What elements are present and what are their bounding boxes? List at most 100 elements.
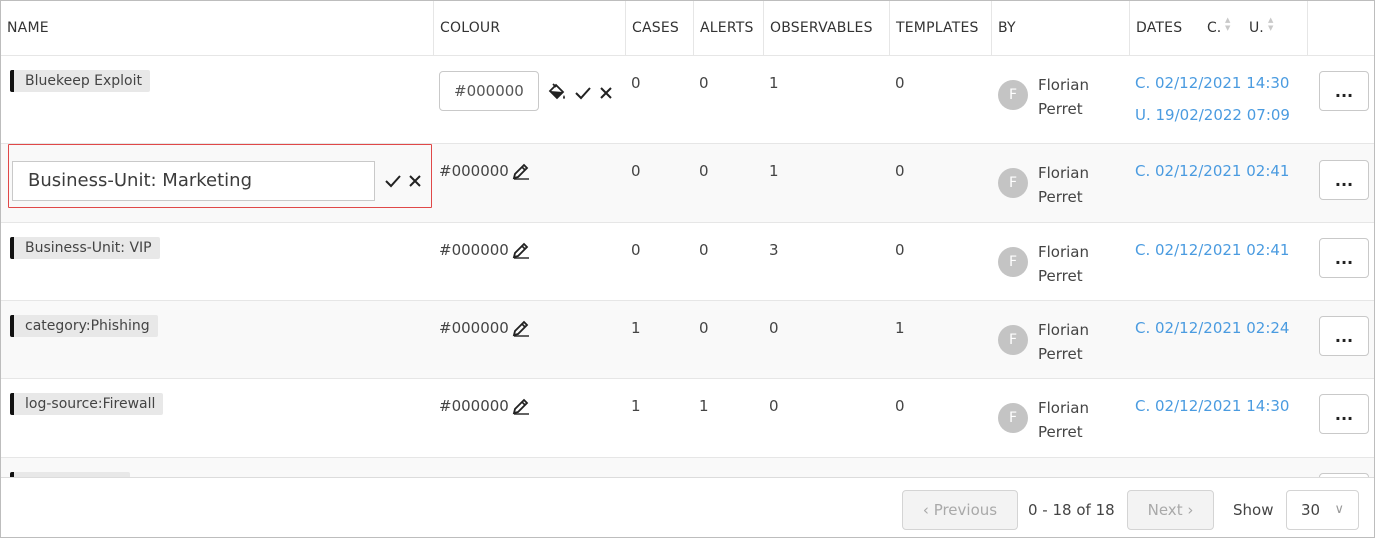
observables-cell: 0 bbox=[763, 379, 889, 457]
dates-cell: C. 02/12/2021 02:41 bbox=[1129, 223, 1307, 300]
next-page-button[interactable]: Next › bbox=[1127, 490, 1214, 530]
tag-chip[interactable]: Business-Unit: VIP bbox=[10, 237, 160, 259]
author-first-name: Florian bbox=[1038, 164, 1090, 182]
colour-input[interactable]: #000000 bbox=[439, 71, 539, 111]
sort-created-arrows-icon[interactable]: ▲ ▼ bbox=[1225, 16, 1230, 32]
tag-colour-cell: #000000 bbox=[433, 56, 625, 143]
more-actions-button[interactable]: ... bbox=[1319, 394, 1369, 434]
author-name: Florian Perret bbox=[1038, 396, 1089, 444]
tag-chip[interactable]: Bluekeep Exploit bbox=[10, 70, 151, 92]
more-actions-button[interactable]: ... bbox=[1319, 160, 1369, 200]
observables-count: 0 bbox=[769, 319, 779, 337]
cases-count: 1 bbox=[631, 397, 641, 415]
observables-count: 0 bbox=[769, 397, 779, 415]
tag-name-input[interactable]: Business-Unit: Marketing bbox=[12, 161, 375, 201]
alerts-cell: 0 bbox=[693, 301, 763, 378]
sort-updated-button[interactable]: U. bbox=[1249, 20, 1264, 36]
actions-cell: ... bbox=[1307, 223, 1374, 300]
tag-name-cell: Business-Unit: Marketing bbox=[1, 144, 433, 222]
by-cell: F Florian Perret bbox=[991, 56, 1129, 143]
observables-cell: 3 bbox=[763, 223, 889, 300]
pencil-icon[interactable] bbox=[511, 318, 531, 338]
column-dates: DATES C. ▲ ▼ U. ▲ ▼ bbox=[1129, 1, 1307, 55]
pencil-icon[interactable] bbox=[511, 161, 531, 181]
actions-cell: ... bbox=[1307, 301, 1374, 378]
observables-cell: 1 bbox=[763, 56, 889, 143]
column-templates-label: TEMPLATES bbox=[896, 20, 979, 36]
author-first-name: Florian bbox=[1038, 399, 1090, 417]
by-cell: F Florian Perret bbox=[991, 144, 1129, 222]
templates-count: 0 bbox=[895, 162, 905, 180]
table-row: Business-Unit: VIP #000000 0 0 3 0 F Flo… bbox=[1, 223, 1374, 301]
colour-value: #000000 bbox=[439, 319, 509, 337]
alerts-cell: 0 bbox=[693, 56, 763, 143]
colour-value: #000000 bbox=[439, 397, 509, 415]
created-date-link[interactable]: C. 02/12/2021 02:41 bbox=[1135, 162, 1289, 180]
author-last-name: Perret bbox=[1038, 267, 1083, 285]
cases-count: 0 bbox=[631, 74, 641, 92]
pagination-bar: ‹ Previous 0 - 18 of 18 Next › Show 30 ∨ bbox=[1, 477, 1374, 537]
column-observables-label: OBSERVABLES bbox=[770, 20, 873, 36]
pencil-icon[interactable] bbox=[511, 396, 531, 416]
avatar: F bbox=[998, 403, 1028, 433]
paint-bucket-icon[interactable] bbox=[547, 82, 567, 102]
column-observables: OBSERVABLES bbox=[763, 1, 889, 55]
chevron-down-icon: ∨ bbox=[1334, 502, 1344, 517]
templates-count: 1 bbox=[895, 319, 905, 337]
author-first-name: Florian bbox=[1038, 243, 1090, 261]
column-colour-label: COLOUR bbox=[440, 20, 501, 36]
created-date-link[interactable]: C. 02/12/2021 14:30 bbox=[1135, 397, 1289, 415]
observables-count: 3 bbox=[769, 241, 779, 259]
more-actions-button[interactable]: ... bbox=[1319, 238, 1369, 278]
templates-cell: 0 bbox=[889, 56, 991, 143]
author-name: Florian Perret bbox=[1038, 73, 1089, 121]
templates-cell: 0 bbox=[889, 144, 991, 222]
confirm-colour-check-icon[interactable] bbox=[573, 83, 593, 103]
cancel-colour-close-icon[interactable] bbox=[596, 83, 616, 103]
previous-page-button[interactable]: ‹ Previous bbox=[902, 490, 1018, 530]
colour-value: #000000 bbox=[439, 241, 509, 259]
column-name: NAME bbox=[1, 1, 433, 55]
author-first-name: Florian bbox=[1038, 321, 1090, 339]
confirm-name-check-icon[interactable] bbox=[383, 171, 403, 191]
table-row: Business-Unit: Marketing #000000 0 0 1 0… bbox=[1, 144, 1374, 223]
author-last-name: Perret bbox=[1038, 345, 1083, 363]
name-edit-box: Business-Unit: Marketing bbox=[8, 144, 432, 208]
sort-updated-arrows-icon[interactable]: ▲ ▼ bbox=[1268, 16, 1273, 32]
created-date-link[interactable]: C. 02/12/2021 02:24 bbox=[1135, 319, 1289, 337]
tag-colour-cell: #000000 bbox=[433, 144, 625, 222]
tag-chip[interactable]: category:Phishing bbox=[10, 315, 158, 337]
author-name: Florian Perret bbox=[1038, 240, 1089, 288]
author-last-name: Perret bbox=[1038, 100, 1083, 118]
actions-cell bbox=[1307, 458, 1374, 477]
table-row: log-source:Firewall #000000 1 1 0 0 F Fl… bbox=[1, 379, 1374, 458]
created-date-link[interactable]: C. 02/12/2021 14:30 bbox=[1135, 74, 1289, 92]
observables-count: 1 bbox=[769, 162, 779, 180]
page-size-select[interactable]: 30 ∨ bbox=[1286, 490, 1359, 530]
more-actions-button[interactable]: ... bbox=[1319, 316, 1369, 356]
sort-created-button[interactable]: C. bbox=[1207, 20, 1221, 36]
column-alerts: ALERTS bbox=[693, 1, 763, 55]
colour-value: #000000 bbox=[439, 162, 509, 180]
pencil-icon[interactable] bbox=[511, 240, 531, 260]
cases-count: 0 bbox=[631, 241, 641, 259]
author-first-name: Florian bbox=[1038, 76, 1090, 94]
dates-cell: C. 02/12/2021 02:41 bbox=[1129, 144, 1307, 222]
table-row bbox=[1, 458, 1374, 477]
tag-name-cell: category:Phishing bbox=[1, 301, 433, 378]
updated-date-link[interactable]: U. 19/02/2022 07:09 bbox=[1135, 106, 1290, 124]
tag-colour-cell: #000000 bbox=[433, 379, 625, 457]
column-templates: TEMPLATES bbox=[889, 1, 991, 55]
tag-chip[interactable]: log-source:Firewall bbox=[10, 393, 164, 415]
cancel-name-close-icon[interactable] bbox=[405, 171, 425, 191]
page-size-label: Show bbox=[1233, 501, 1274, 519]
templates-cell: 0 bbox=[889, 379, 991, 457]
tags-table: NAME COLOUR CASES ALERTS OBSERVABLES TEM… bbox=[1, 1, 1374, 477]
created-date-link[interactable]: C. 02/12/2021 02:41 bbox=[1135, 241, 1289, 259]
observables-count: 1 bbox=[769, 74, 779, 92]
alerts-count: 0 bbox=[699, 74, 709, 92]
by-cell: F Florian Perret bbox=[991, 223, 1129, 300]
more-actions-button[interactable]: ... bbox=[1319, 71, 1369, 111]
column-by-label: BY bbox=[998, 20, 1016, 36]
tag-name-cell: Bluekeep Exploit bbox=[1, 56, 433, 143]
